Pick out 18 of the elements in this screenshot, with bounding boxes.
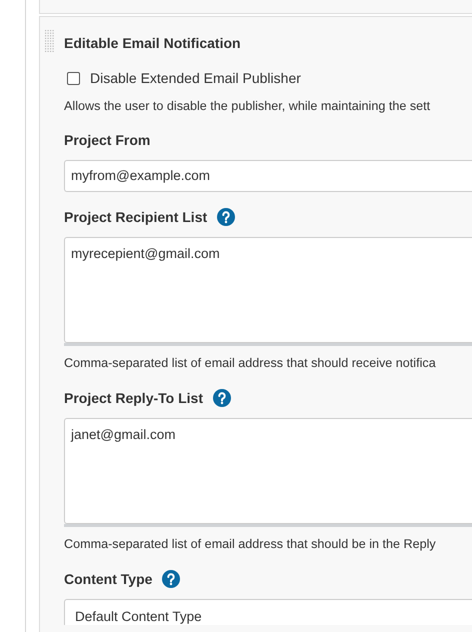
checkbox[interactable] xyxy=(67,72,80,85)
help-icon[interactable] xyxy=(217,208,236,226)
field-label: Project From xyxy=(64,130,150,150)
help-text: Comma-separated list of email address that should receive notifica xyxy=(64,354,437,372)
text-field[interactable]: myfrom@example.com xyxy=(64,160,472,192)
select-field[interactable]: Default Content Type xyxy=(64,598,472,625)
field-label: Content Type xyxy=(64,570,152,589)
text-area[interactable]: janet@gmail.com xyxy=(64,418,472,524)
help-text: Comma-separated list of email address that should be in the Reply xyxy=(64,536,437,553)
field-label: Project Reply-To List xyxy=(64,388,203,408)
help-icon[interactable] xyxy=(162,570,180,588)
help-text: Allows the user to disable the publisher, while maintaining the sett xyxy=(64,98,432,115)
checkbox-label[interactable]: Disable Extended Email Publisher xyxy=(90,68,301,89)
section-title: Editable Email Notification xyxy=(64,34,242,53)
help-icon[interactable] xyxy=(212,389,231,408)
field-label: Project Recipient List xyxy=(64,208,208,227)
text-area[interactable]: myrecepient@gmail.com xyxy=(64,236,472,343)
drag-handle-icon[interactable] xyxy=(45,30,55,54)
